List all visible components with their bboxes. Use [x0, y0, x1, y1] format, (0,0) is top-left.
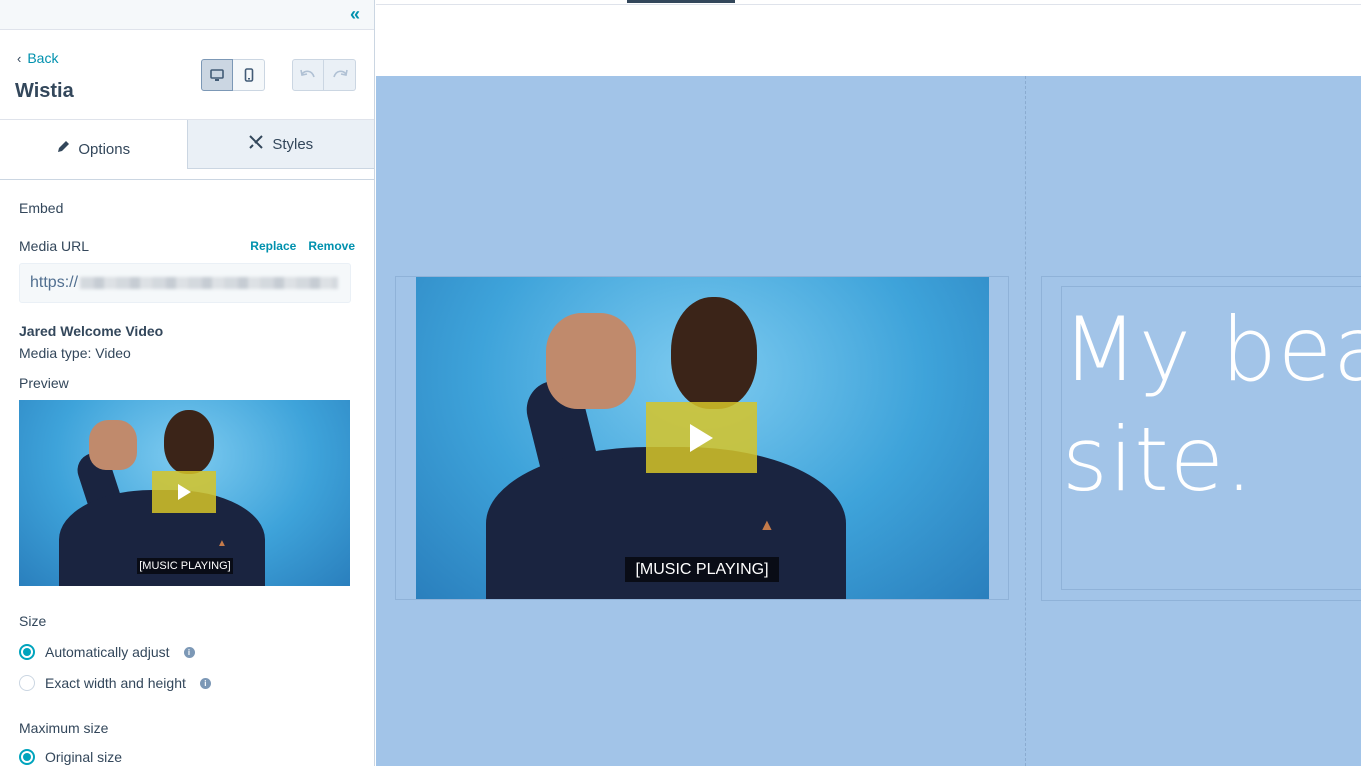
- person-head: [164, 410, 214, 474]
- hero-heading-line2: site.: [1062, 408, 1254, 511]
- redo-button[interactable]: [324, 59, 356, 91]
- tab-styles-label: Styles: [272, 135, 314, 153]
- video-player[interactable]: ▲ [MUSIC PLAYING]: [416, 277, 989, 599]
- info-icon[interactable]: i: [199, 677, 211, 689]
- undo-icon: [300, 69, 315, 78]
- max-size-option-original[interactable]: Original size: [19, 749, 355, 765]
- tab-styles[interactable]: Styles: [186, 120, 374, 169]
- redacted-url: [80, 277, 339, 289]
- hero-heading[interactable]: My bea site.: [1062, 295, 1361, 515]
- pencil-icon: [56, 140, 70, 159]
- top-strip: [376, 0, 1361, 5]
- max-size-heading: Maximum size: [19, 720, 109, 736]
- replace-button[interactable]: Replace: [250, 239, 296, 253]
- size-option-exact[interactable]: Exact width and height i: [19, 675, 355, 691]
- video-caption: [MUSIC PLAYING]: [137, 558, 233, 574]
- video-name: Jared Welcome Video: [19, 323, 164, 339]
- chevron-left-icon: ‹: [17, 50, 22, 66]
- media-url-value: https://: [30, 274, 79, 291]
- media-url-row: Media URL Replace Remove: [19, 238, 355, 254]
- page-preview-canvas: ▲ [MUSIC PLAYING] My bea site.: [376, 0, 1361, 766]
- mobile-icon: [244, 68, 253, 82]
- play-button[interactable]: [152, 471, 216, 513]
- max-size-option-label: Original size: [45, 749, 123, 765]
- editor-sidebar: « ‹ Back Wistia Options Styles Embed Med…: [0, 0, 375, 766]
- tab-options[interactable]: Options: [0, 120, 187, 179]
- options-panel: Embed Media URL Replace Remove https:// …: [0, 180, 374, 765]
- radio-checked-icon[interactable]: [19, 644, 35, 660]
- device-preview-toggle: [201, 59, 265, 91]
- module-title: Wistia: [15, 80, 74, 102]
- sidebar-header: ‹ Back Wistia: [0, 30, 374, 120]
- person-head: [671, 297, 757, 409]
- hero-heading-line1: My bea: [1062, 298, 1361, 401]
- video-preview-thumbnail[interactable]: ▲ [MUSIC PLAYING]: [19, 400, 350, 586]
- dog-logo-icon: ▲: [759, 517, 775, 534]
- media-url-label: Media URL: [19, 238, 90, 254]
- double-chevron-left-icon[interactable]: «: [346, 5, 364, 24]
- collapse-bar: «: [0, 0, 374, 30]
- video-caption: [MUSIC PLAYING]: [625, 557, 779, 582]
- size-option-auto[interactable]: Automatically adjust i: [19, 644, 355, 660]
- undo-redo-group: [292, 59, 356, 91]
- preview-heading: Preview: [19, 375, 69, 391]
- tab-options-label: Options: [78, 141, 131, 158]
- desktop-preview-button[interactable]: [201, 59, 233, 91]
- active-tab-indicator: [627, 0, 735, 3]
- mobile-preview-button[interactable]: [233, 59, 265, 91]
- brush-icon: [248, 134, 264, 155]
- size-option-auto-label: Automatically adjust: [45, 644, 170, 660]
- radio-checked-icon[interactable]: [19, 749, 35, 765]
- play-icon: [690, 423, 713, 452]
- size-option-exact-label: Exact width and height: [45, 675, 186, 691]
- redo-icon: [332, 69, 348, 78]
- back-label: Back: [27, 50, 59, 66]
- size-heading: Size: [19, 613, 47, 629]
- sidebar-tabs: Options Styles: [0, 120, 374, 180]
- remove-button[interactable]: Remove: [308, 239, 355, 253]
- embed-heading: Embed: [19, 200, 64, 216]
- desktop-icon: [210, 68, 224, 81]
- media-url-actions: Replace Remove: [250, 239, 355, 253]
- dog-logo-icon: ▲: [217, 538, 227, 549]
- radio-unchecked-icon[interactable]: [19, 675, 35, 691]
- media-type: Media type: Video: [19, 345, 131, 361]
- person-hand: [546, 313, 636, 409]
- play-icon: [177, 484, 191, 500]
- play-button[interactable]: [646, 402, 757, 473]
- person-hand: [89, 420, 137, 470]
- undo-button[interactable]: [292, 59, 324, 91]
- column-divider: [1025, 76, 1026, 766]
- info-icon[interactable]: i: [183, 646, 195, 658]
- back-button[interactable]: ‹ Back: [17, 50, 58, 66]
- media-url-field[interactable]: https://: [19, 263, 351, 303]
